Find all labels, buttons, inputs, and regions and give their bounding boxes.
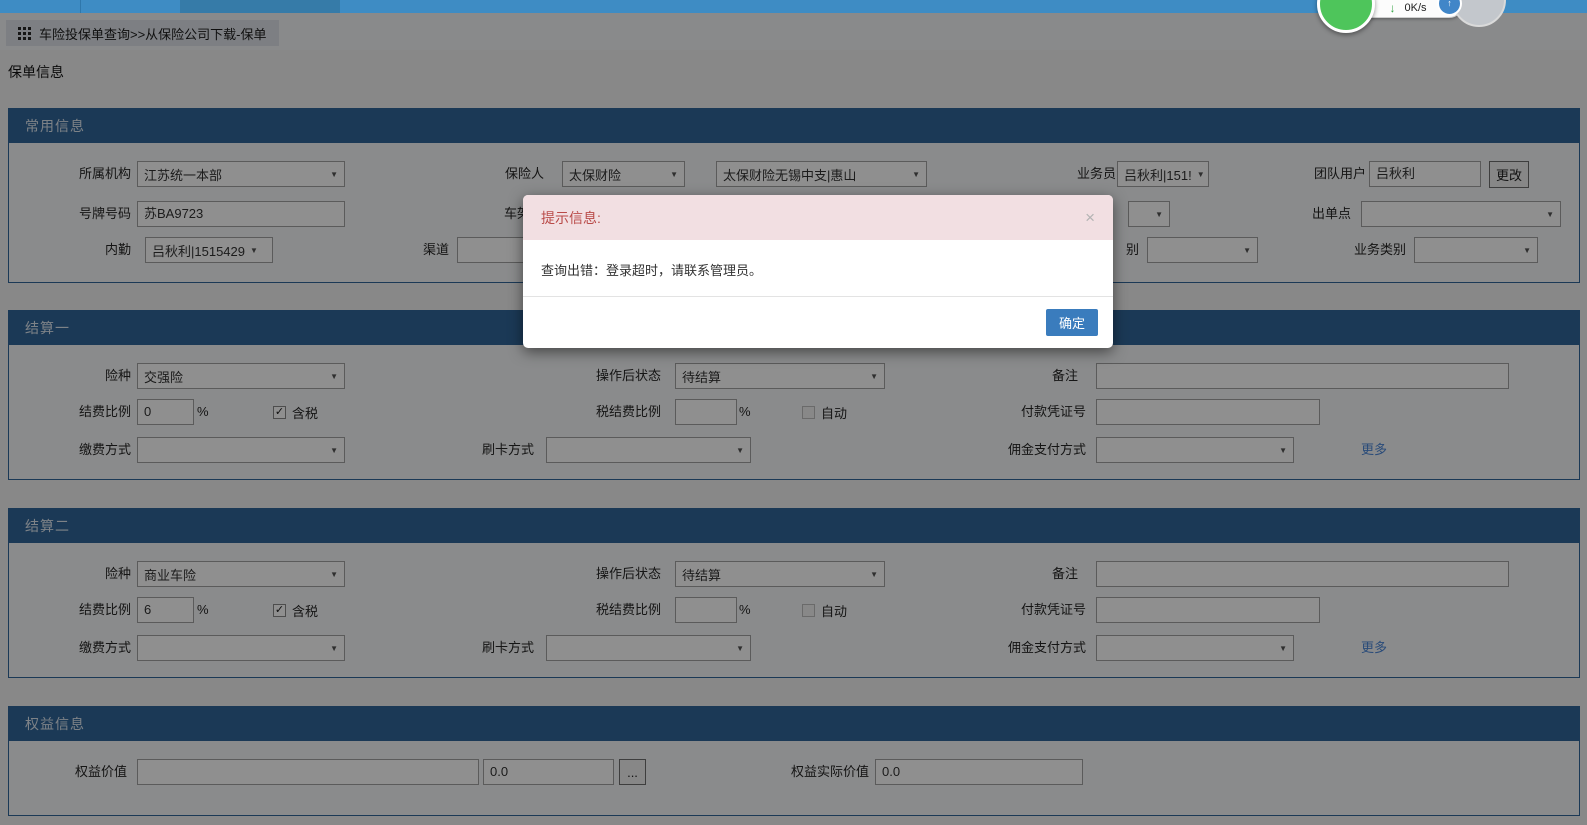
alert-dialog-footer: 确定: [523, 297, 1113, 347]
tab-divider: [80, 0, 81, 13]
download-speed: 0K/s: [1404, 2, 1427, 14]
modal-backdrop: [0, 13, 1587, 825]
alert-dialog-message: 查询出错：登录超时，请联系管理员。: [523, 240, 1113, 297]
alert-dialog: 提示信息: × 查询出错：登录超时，请联系管理员。 确定: [523, 195, 1113, 348]
alert-dialog-header: 提示信息: ×: [523, 195, 1113, 240]
alert-dialog-title: 提示信息:: [541, 209, 601, 226]
ok-button[interactable]: 确定: [1046, 308, 1098, 336]
close-icon[interactable]: ×: [1085, 209, 1095, 226]
download-arrow-icon: ↓: [1389, 1, 1396, 15]
active-tab[interactable]: [180, 0, 340, 13]
